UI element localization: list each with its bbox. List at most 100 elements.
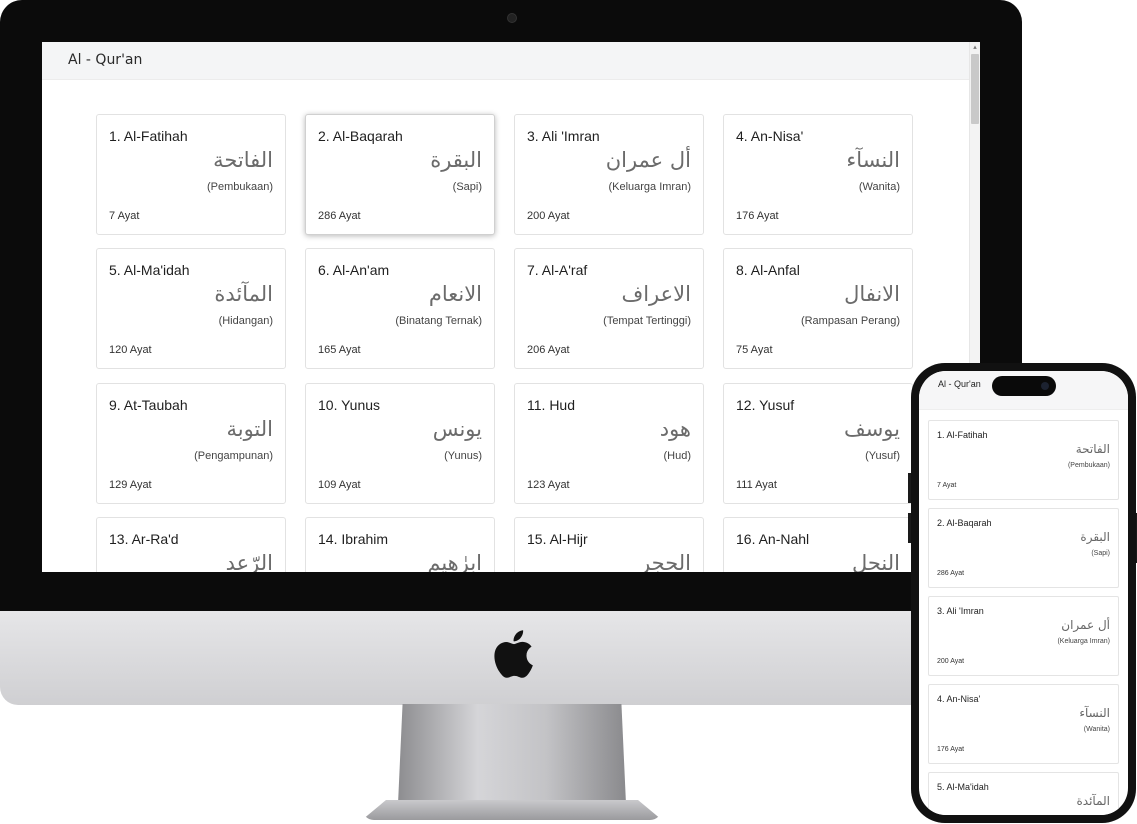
surah-meaning: (Hidangan) <box>218 315 273 327</box>
surah-card[interactable]: 2. Al-Baqarah البقرة (Sapi) 286 Ayat <box>305 114 495 235</box>
surah-ayat-count: 123 Ayat <box>527 479 570 491</box>
surah-card[interactable]: 9. At-Taubah التوبة (Pengampunan) 129 Ay… <box>96 383 286 504</box>
surah-arabic: النحل <box>851 551 900 572</box>
surah-arabic: التوبة <box>226 417 273 441</box>
surah-name: 10. Yunus <box>318 397 381 413</box>
surah-card[interactable]: 14. Ibrahim ابرٰهيم <box>305 517 495 572</box>
surah-name: 7. Al-A'raf <box>527 262 588 278</box>
surah-name: 13. Ar-Ra'd <box>109 531 179 547</box>
surah-name: 6. Al-An'am <box>318 262 390 278</box>
surah-ayat-count: 200 Ayat <box>527 210 570 222</box>
app-title[interactable]: Al - Qur'an <box>68 52 142 68</box>
surah-name: 3. Ali 'Imran <box>527 128 600 144</box>
surah-name: 4. An-Nisa' <box>937 694 981 704</box>
phone-mockup: Al - Qur'an 1. Al-Fatihah الفاتحة (Pembu… <box>908 363 1137 823</box>
surah-meaning: (Rampasan Perang) <box>800 315 900 327</box>
surah-arabic: ابرٰهيم <box>427 551 482 572</box>
surah-card[interactable]: 15. Al-Hijr الحجر <box>514 517 704 572</box>
surah-name: 9. At-Taubah <box>109 397 188 413</box>
surah-meaning: (Keluarga Imran) <box>1057 638 1110 645</box>
surah-name: 2. Al-Baqarah <box>937 518 992 528</box>
surah-meaning: (Pembukaan) <box>1067 462 1110 469</box>
surah-name: 5. Al-Ma'idah <box>109 262 190 278</box>
surah-ayat-count: 75 Ayat <box>736 344 773 356</box>
surah-ayat-count: 129 Ayat <box>109 479 152 491</box>
surah-arabic: أل عمران <box>1061 618 1110 632</box>
scroll-up-arrow-icon[interactable]: ▴ <box>971 43 979 51</box>
surah-arabic: البقرة <box>1080 530 1110 544</box>
surah-arabic: الرّعد <box>225 551 273 572</box>
surah-arabic: الانفال <box>844 282 900 306</box>
surah-card[interactable]: 7. Al-A'raf الاعراف (Tempat Tertinggi) 2… <box>514 248 704 369</box>
surah-arabic: المآئدة <box>214 282 273 306</box>
surah-name: 1. Al-Fatihah <box>109 128 188 144</box>
surah-card[interactable]: 4. An-Nisa' النسآء (Wanita) 176 Ayat <box>723 114 913 235</box>
surah-arabic: النسآء <box>846 148 900 172</box>
surah-name: 4. An-Nisa' <box>736 128 804 144</box>
surah-arabic: يونس <box>432 417 482 441</box>
surah-ayat-count: 120 Ayat <box>109 344 152 356</box>
surah-card[interactable]: 5. Al-Ma'idah المآئدة (Hidangan) 120 Aya… <box>96 248 286 369</box>
surah-ayat-count: 176 Ayat <box>937 746 965 753</box>
surah-arabic: يوسف <box>843 417 900 441</box>
surah-arabic: الانعام <box>428 282 482 306</box>
surah-name: 12. Yusuf <box>736 397 795 413</box>
surah-ayat-count: 286 Ayat <box>937 570 965 577</box>
apple-logo-icon <box>494 630 533 678</box>
phone-surah-card[interactable]: 5. Al-Ma'idah المآئدة <box>928 772 1119 815</box>
surah-ayat-count: 7 Ayat <box>937 482 957 489</box>
surah-name: 1. Al-Fatihah <box>937 430 988 440</box>
surah-card[interactable]: 6. Al-An'am الانعام (Binatang Ternak) 16… <box>305 248 495 369</box>
surah-card[interactable]: 12. Yusuf يوسف (Yusuf) 111 Ayat <box>723 383 913 504</box>
surah-card[interactable]: 10. Yunus يونس (Yunus) 109 Ayat <box>305 383 495 504</box>
surah-meaning: (Keluarga Imran) <box>608 181 691 193</box>
surah-ayat-count: 111 Ayat <box>736 479 777 491</box>
dynamic-island <box>992 376 1056 396</box>
surah-name: 14. Ibrahim <box>318 531 389 547</box>
surah-card[interactable]: 11. Hud هود (Hud) 123 Ayat <box>514 383 704 504</box>
desktop-screen: Al - Qur'an 1. Al-Fatihah الفاتحة (Pembu… <box>42 42 980 572</box>
surah-meaning: (Sapi) <box>452 181 482 193</box>
surah-name: 11. Hud <box>527 397 575 413</box>
surah-meaning: (Sapi) <box>1091 550 1110 557</box>
surah-meaning: (Binatang Ternak) <box>395 315 482 327</box>
imac-stand <box>398 704 626 804</box>
surah-card[interactable]: 3. Ali 'Imran أل عمران (Keluarga Imran) … <box>514 114 704 235</box>
surah-ayat-count: 176 Ayat <box>736 210 779 222</box>
phone-app-title[interactable]: Al - Qur'an <box>938 379 981 389</box>
surah-arabic: النسآء <box>1079 706 1110 720</box>
surah-arabic: هود <box>659 417 691 441</box>
surah-meaning: (Hud) <box>663 450 691 462</box>
surah-name: 8. Al-Anfal <box>736 262 800 278</box>
surah-name: 2. Al-Baqarah <box>318 128 403 144</box>
surah-meaning: (Wanita) <box>858 181 900 193</box>
surah-meaning: (Tempat Tertinggi) <box>603 315 691 327</box>
surah-card[interactable]: 16. An-Nahl النحل <box>723 517 913 572</box>
app-header: Al - Qur'an <box>42 42 970 80</box>
surah-name: 15. Al-Hijr <box>527 531 588 547</box>
surah-arabic: البقرة <box>430 148 482 172</box>
phone-surah-card[interactable]: 4. An-Nisa' النسآء (Wanita) 176 Ayat <box>928 684 1119 764</box>
surah-arabic: أل عمران <box>605 148 691 172</box>
surah-arabic: الحجر <box>640 551 691 572</box>
phone-surah-card[interactable]: 2. Al-Baqarah البقرة (Sapi) 286 Ayat <box>928 508 1119 588</box>
surah-ayat-count: 286 Ayat <box>318 210 361 222</box>
surah-meaning: (Yusuf) <box>865 450 900 462</box>
surah-name: 5. Al-Ma'idah <box>937 782 989 792</box>
surah-ayat-count: 7 Ayat <box>109 210 140 222</box>
imac-stand-foot <box>362 800 662 820</box>
phone-side-button <box>908 473 911 503</box>
surah-card[interactable]: 1. Al-Fatihah الفاتحة (Pembukaan) 7 Ayat <box>96 114 286 235</box>
surah-card[interactable]: 8. Al-Anfal الانفال (Rampasan Perang) 75… <box>723 248 913 369</box>
surah-meaning: (Pembukaan) <box>206 181 273 193</box>
phone-surah-card[interactable]: 3. Ali 'Imran أل عمران (Keluarga Imran) … <box>928 596 1119 676</box>
scrollbar-thumb[interactable] <box>971 54 979 124</box>
surah-card[interactable]: 13. Ar-Ra'd الرّعد <box>96 517 286 572</box>
surah-arabic: الاعراف <box>621 282 691 306</box>
surah-ayat-count: 109 Ayat <box>318 479 361 491</box>
phone-surah-card[interactable]: 1. Al-Fatihah الفاتحة (Pembukaan) 7 Ayat <box>928 420 1119 500</box>
surah-ayat-count: 165 Ayat <box>318 344 361 356</box>
surah-arabic: المآئدة <box>1076 794 1110 808</box>
phone-side-button <box>908 513 911 543</box>
surah-ayat-count: 200 Ayat <box>937 658 965 665</box>
